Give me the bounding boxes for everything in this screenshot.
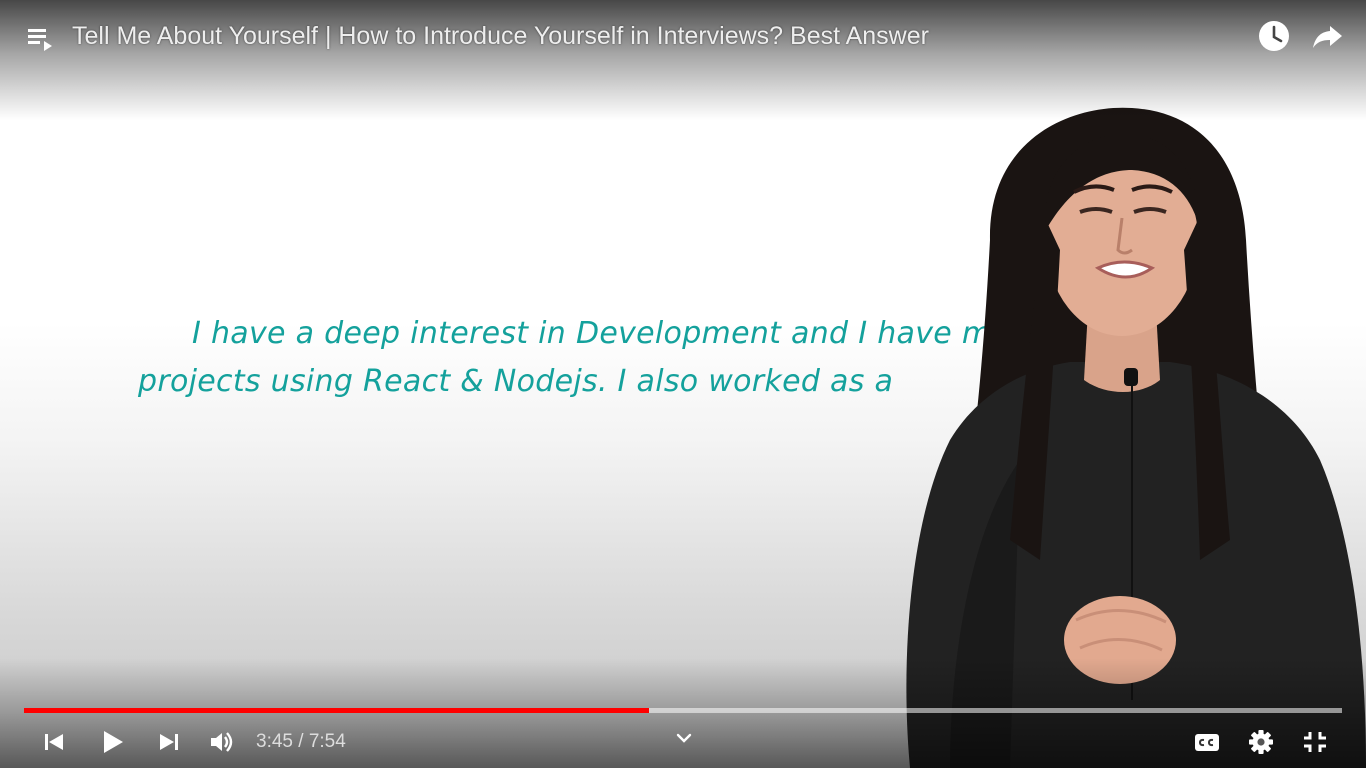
volume-icon xyxy=(211,732,233,752)
more-videos-toggle[interactable] xyxy=(666,720,702,756)
watch-later-button[interactable] xyxy=(1254,16,1294,56)
time-separator: / xyxy=(298,731,304,752)
closed-captions-icon xyxy=(1195,734,1219,751)
caption-line: projects using React & Nodejs. I also wo… xyxy=(138,364,894,399)
skip-previous-icon xyxy=(45,734,63,750)
previous-button[interactable] xyxy=(36,724,72,760)
skip-next-icon xyxy=(160,734,178,750)
playlist-button[interactable] xyxy=(22,20,58,56)
playlist-icon xyxy=(28,29,52,51)
video-frame[interactable]: I have a deep interest in Development an… xyxy=(0,0,1366,768)
play-button[interactable] xyxy=(94,724,130,760)
settings-button[interactable] xyxy=(1243,724,1279,760)
exit-fullscreen-icon xyxy=(1304,732,1326,752)
next-button[interactable] xyxy=(151,724,187,760)
chevron-down-icon xyxy=(676,733,692,743)
share-button[interactable] xyxy=(1308,16,1348,56)
player-controls: 3:45 / 7:54 xyxy=(0,716,1366,768)
captions-button[interactable] xyxy=(1189,724,1225,760)
progress-played xyxy=(24,708,649,713)
play-icon xyxy=(104,731,123,753)
volume-button[interactable] xyxy=(204,724,240,760)
video-player[interactable]: I have a deep interest in Development an… xyxy=(0,0,1366,768)
current-time: 3:45 xyxy=(256,731,293,752)
presenter-figure xyxy=(906,107,1366,768)
player-top-bar: Tell Me About Yourself | How to Introduc… xyxy=(0,0,1366,72)
gear-icon xyxy=(1249,730,1273,754)
clock-icon xyxy=(1259,21,1289,51)
video-title[interactable]: Tell Me About Yourself | How to Introduc… xyxy=(72,20,929,52)
progress-bar[interactable] xyxy=(24,708,1342,713)
share-arrow-icon xyxy=(1313,26,1342,48)
exit-fullscreen-button[interactable] xyxy=(1297,724,1333,760)
time-display: 3:45 / 7:54 xyxy=(256,730,346,754)
duration: 7:54 xyxy=(308,731,346,752)
